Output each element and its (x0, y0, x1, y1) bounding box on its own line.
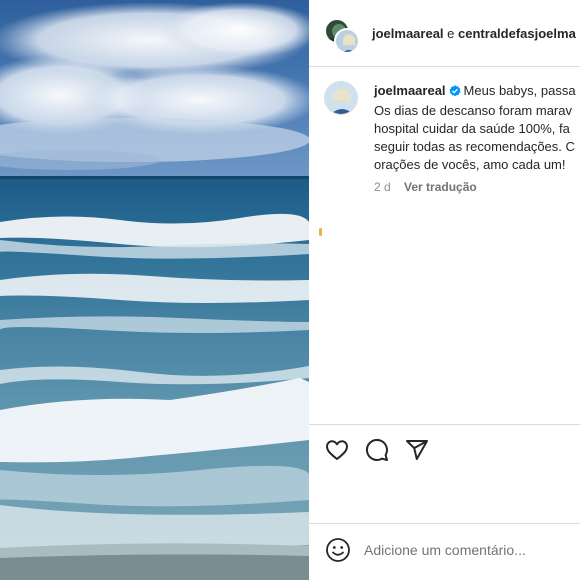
post-caption: joelmaareal Meus babys, passa Os dias de … (309, 70, 580, 210)
post-side-panel: joelmaareal e centraldefasjoelma joelmaa… (309, 0, 580, 580)
caption-meta: 2 d Ver tradução (374, 180, 477, 194)
collaborator-avatar (334, 28, 360, 54)
header-usernames: joelmaareal e centraldefasjoelma (372, 26, 576, 41)
caption-line-5: orações de vocês, amo cada um! (374, 157, 566, 172)
collaborator-username-link[interactable]: centraldefasjoelma (458, 26, 576, 41)
see-translation-button[interactable]: Ver tradução (404, 180, 477, 194)
caption-username-link[interactable]: joelmaareal (374, 83, 446, 98)
loading-indicator (319, 228, 322, 236)
post-time[interactable]: 2 d (374, 180, 391, 194)
post-photo[interactable] (0, 0, 309, 580)
header-conjunction: e (447, 26, 455, 41)
post-actions (309, 425, 580, 480)
caption-line-4: seguir todas as recomendações. C (374, 139, 575, 154)
caption-text: joelmaareal Meus babys, passa Os dias de … (374, 82, 580, 174)
caption-line-2: Os dias de descanso foram marav (374, 103, 572, 118)
verified-badge-icon (449, 84, 461, 102)
comment-bar (309, 523, 580, 580)
heart-icon[interactable] (323, 436, 351, 464)
post-header: joelmaareal e centraldefasjoelma (309, 0, 580, 66)
ocean-photo-image (0, 0, 309, 580)
instagram-post-window: joelmaareal e centraldefasjoelma joelmaa… (0, 0, 580, 580)
caption-line-1: Meus babys, passa (463, 83, 576, 98)
collab-avatars[interactable] (324, 18, 360, 54)
owner-username-link[interactable]: joelmaareal (372, 26, 444, 41)
caption-line-3: hospital cuidar da saúde 100%, fa (374, 121, 570, 136)
comment-input[interactable] (364, 538, 574, 562)
share-icon[interactable] (403, 436, 431, 464)
caption-avatar[interactable] (324, 81, 358, 115)
comment-icon[interactable] (363, 436, 391, 464)
emoji-smile-icon[interactable] (325, 537, 351, 563)
header-divider (309, 66, 580, 67)
